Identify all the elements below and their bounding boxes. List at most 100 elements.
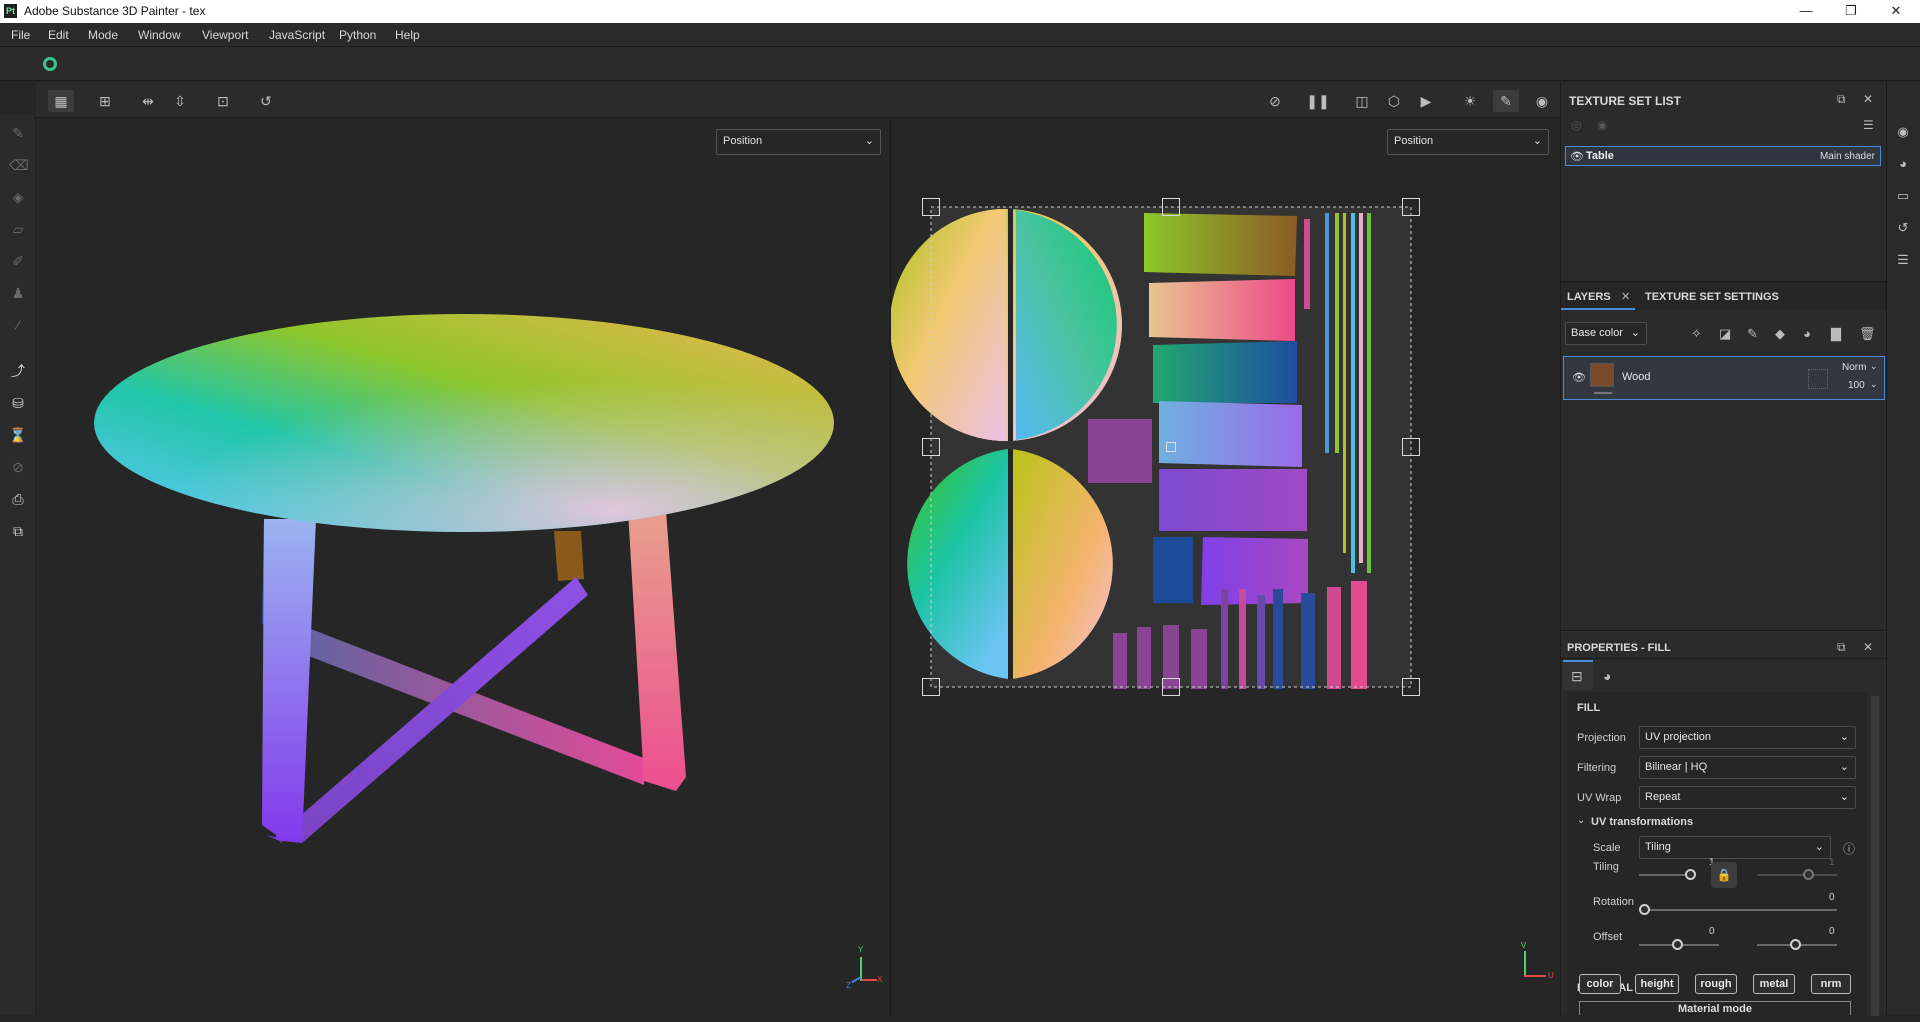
offset-u-knob[interactable] (1672, 939, 1683, 950)
tiling-u-knob[interactable] (1685, 869, 1696, 880)
clone-stamp-icon[interactable]: ♟ (9, 284, 27, 302)
measure-icon[interactable]: ⌛ (9, 426, 27, 444)
transform-handle-bl[interactable] (922, 678, 940, 696)
add-smart-material-icon[interactable]: ◕ (1803, 326, 1811, 341)
color-picker-icon[interactable]: ⁄ (9, 316, 27, 334)
chevron-down-icon[interactable]: ⌄ (1870, 361, 1878, 372)
add-fill-layer-icon[interactable]: ◆ (1775, 326, 1785, 342)
material-metal-button[interactable]: metal (1753, 974, 1795, 994)
visibility-eye-icon[interactable]: 👁 (1570, 150, 1584, 163)
add-folder-icon[interactable]: ▇ (1831, 326, 1841, 342)
projection-icon[interactable]: ◈ (9, 188, 27, 206)
list-menu-icon[interactable]: ☰ (1863, 118, 1874, 132)
bake-icon[interactable]: ⤴ (9, 362, 27, 380)
maximize-button[interactable]: ❐ (1829, 0, 1873, 23)
table-model[interactable] (36, 119, 889, 1015)
transform-handle-ml[interactable] (922, 438, 940, 456)
tiling-v-slider[interactable] (1757, 874, 1837, 876)
tab-texture-set-settings[interactable]: TEXTURE SET SETTINGS (1645, 291, 1779, 303)
polygon-fill-icon[interactable]: ▱ (9, 220, 27, 238)
geometry-mask-icon[interactable]: ⊘ (9, 458, 27, 476)
material-picker-icon[interactable]: ⛁ (9, 394, 27, 412)
layer-mask-slot[interactable] (1808, 369, 1828, 389)
menu-edit[interactable]: Edit (48, 28, 69, 42)
paint-mode-icon[interactable]: ✎ (1493, 90, 1519, 112)
menu-mode[interactable]: Mode (88, 28, 118, 42)
add-frame-icon[interactable]: ⊡ (210, 90, 236, 112)
uvwrap-select[interactable]: Repeat ⌄ (1639, 786, 1856, 809)
layer-row[interactable]: 👁 Wood Norm ⌄ 100 ⌄ (1563, 356, 1885, 400)
float-panel-icon[interactable]: ⧉ (1837, 640, 1846, 655)
paint-brush-icon[interactable]: ✎ (9, 124, 27, 142)
material-height-button[interactable]: height (1635, 974, 1679, 994)
smudge-icon[interactable]: ✐ (9, 252, 27, 270)
lock-icon[interactable]: 🔒 (1711, 862, 1737, 888)
log-icon[interactable]: ☰ (1895, 252, 1911, 268)
material-nrm-button[interactable]: nrm (1811, 974, 1851, 994)
transform-handle-mr[interactable] (1402, 438, 1420, 456)
sync-status-icon[interactable] (43, 57, 57, 71)
lighting-icon[interactable]: ☀ (1457, 90, 1483, 112)
show-all-icon[interactable]: ◉ (1597, 118, 1607, 132)
grid-view-icon[interactable]: ▦ (48, 90, 74, 112)
history-panel-icon[interactable]: ↺ (1895, 220, 1911, 236)
close-panel-icon[interactable]: ✕ (1863, 640, 1873, 654)
float-panel-icon[interactable]: ⧉ (1837, 92, 1846, 107)
layer-opacity[interactable]: 100 (1848, 380, 1865, 391)
tiling-v-value[interactable]: 1 (1829, 857, 1835, 868)
close-window-button[interactable]: ✕ (1874, 0, 1918, 23)
scale-select[interactable]: Tiling ⌄ (1639, 836, 1831, 859)
uv-transformations-header[interactable]: UV transformations (1591, 816, 1693, 828)
split-view-icon[interactable]: ◫ (1349, 90, 1375, 112)
filtering-select[interactable]: Bilinear | HQ ⌄ (1639, 756, 1856, 779)
material-tab-icon[interactable]: ◕ (1603, 668, 1611, 684)
hide-all-icon[interactable]: ◎ (1571, 118, 1581, 132)
close-tab-icon[interactable]: ✕ (1621, 290, 1630, 303)
menu-window[interactable]: Window (138, 28, 181, 42)
texture-set-item[interactable]: 👁 Table Main shader (1565, 146, 1881, 166)
export-icon[interactable]: ⎙ (9, 490, 27, 508)
assets-icon[interactable]: ▭ (1895, 188, 1911, 204)
offset-v-value[interactable]: 0 (1829, 926, 1835, 937)
rotation-value[interactable]: 0 (1829, 892, 1835, 903)
blend-mode[interactable]: Norm (1842, 362, 1866, 373)
tiling-v-knob[interactable] (1803, 869, 1814, 880)
transform-center-handle[interactable] (1166, 442, 1176, 452)
mirror-x-icon[interactable]: ⇹ (135, 90, 161, 112)
material-mode-button[interactable]: Material mode (1579, 1001, 1851, 1015)
add-mask-icon[interactable]: ◪ (1719, 326, 1731, 342)
mirror-y-icon[interactable]: ⇳ (167, 90, 193, 112)
rotation-knob[interactable] (1639, 904, 1650, 915)
properties-scrollbar[interactable] (1871, 696, 1879, 1016)
screenshot-icon[interactable]: ◉ (1529, 90, 1555, 112)
tile-view-icon[interactable]: ⊞ (92, 90, 118, 112)
chevron-down-icon[interactable]: ⌄ (1870, 379, 1878, 390)
uv-map[interactable] (891, 119, 1561, 1015)
viewport-3d[interactable]: Position ⌄ Y X Z (36, 119, 889, 1015)
menu-viewport[interactable]: Viewport (202, 28, 248, 42)
menu-help[interactable]: Help (395, 28, 420, 42)
viewport-2d[interactable]: Position ⌄ V U (890, 119, 1560, 1015)
shader-settings-icon[interactable]: ◕ (1895, 156, 1911, 172)
menu-file[interactable]: File (11, 28, 30, 42)
tab-layers[interactable]: LAYERS (1567, 291, 1611, 303)
transform-handle-br[interactable] (1402, 678, 1420, 696)
minimize-button[interactable]: — (1784, 0, 1828, 23)
transform-handle-bc[interactable] (1162, 678, 1180, 696)
add-paint-layer-icon[interactable]: ✎ (1747, 326, 1758, 342)
offset-u-value[interactable]: 0 (1709, 926, 1715, 937)
cube-view-icon[interactable]: ⬡ (1381, 90, 1407, 112)
transform-handle-tr[interactable] (1402, 198, 1420, 216)
transform-handle-tc[interactable] (1162, 198, 1180, 216)
menu-python[interactable]: Python (339, 28, 376, 42)
material-rough-button[interactable]: rough (1695, 974, 1737, 994)
menu-javascript[interactable]: JavaScript (269, 28, 325, 42)
rotation-slider[interactable] (1639, 909, 1837, 911)
fill-settings-icon[interactable]: ⊟ (1571, 668, 1583, 685)
offset-v-knob[interactable] (1790, 939, 1801, 950)
material-color-button[interactable]: color (1579, 974, 1621, 994)
shelf-icon[interactable]: ⧉ (9, 522, 27, 540)
history-icon[interactable]: ↺ (253, 90, 279, 112)
layer-visibility-icon[interactable]: 👁 (1572, 371, 1586, 384)
camera-icon[interactable]: ▶ (1413, 90, 1439, 112)
